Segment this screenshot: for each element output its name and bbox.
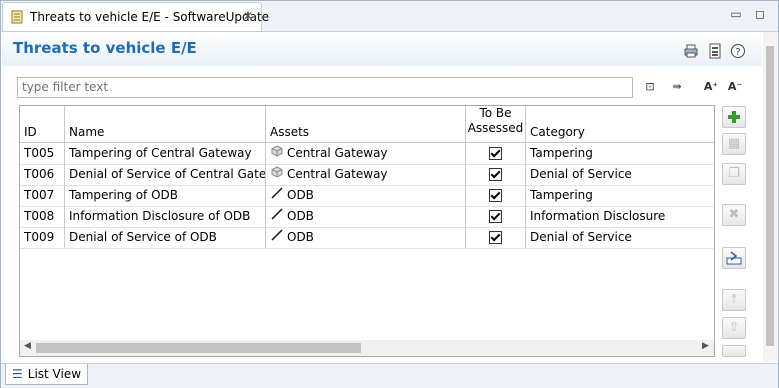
minimize-icon[interactable]: ▭ xyxy=(729,7,743,21)
scroll-left-icon[interactable]: ◀ xyxy=(24,341,31,351)
move-top-icon: ⤒ xyxy=(731,292,737,307)
clear-filter-icon[interactable]: ⊡ xyxy=(642,79,658,95)
move-down-button[interactable] xyxy=(722,345,746,357)
tab-list-view[interactable]: ☰ List View xyxy=(5,364,89,385)
threats-table[interactable]: ID Name Assets To Be Assessed Category T… xyxy=(19,105,715,357)
category-cell[interactable]: Tampering xyxy=(526,185,714,206)
delete-button[interactable]: ✖ xyxy=(722,204,746,226)
to-be-assessed-cell[interactable] xyxy=(466,185,526,206)
category-cell[interactable]: Information Disclosure xyxy=(526,206,714,227)
category-cell[interactable]: Denial of Service xyxy=(526,227,714,248)
to-be-assessed-checkbox[interactable] xyxy=(489,210,502,223)
import-button[interactable] xyxy=(722,247,746,269)
to-be-assessed-cell[interactable] xyxy=(466,143,526,164)
asset-cell[interactable]: ODB xyxy=(266,206,466,227)
id-cell[interactable]: T005 xyxy=(20,143,65,164)
import-icon xyxy=(726,251,742,265)
vertical-scrollbar[interactable] xyxy=(763,32,777,362)
column-header-to-be-assessed[interactable]: To Be Assessed xyxy=(466,106,526,142)
editor-tab-bar: Threats to vehicle E/E - SoftwareUpdate … xyxy=(1,1,778,32)
report-icon[interactable] xyxy=(707,43,723,59)
to-be-assessed-cell[interactable] xyxy=(466,227,526,248)
id-cell[interactable]: T007 xyxy=(20,185,65,206)
asset-cell[interactable]: ODB xyxy=(266,185,466,206)
filter-input[interactable] xyxy=(18,78,626,95)
scroll-thumb[interactable] xyxy=(36,343,361,353)
decrease-font-icon[interactable]: A⁻ xyxy=(727,79,743,95)
asset-label: Central Gateway xyxy=(287,167,388,181)
column-header-id[interactable]: ID xyxy=(20,106,65,142)
id-cell[interactable]: T008 xyxy=(20,206,65,227)
name-cell[interactable]: Denial of Service of ODB xyxy=(65,227,266,248)
increase-font-icon[interactable]: A⁺ xyxy=(703,79,719,95)
column-header-assets[interactable]: Assets xyxy=(266,106,466,142)
asset-label: Central Gateway xyxy=(287,146,388,160)
name-cell[interactable]: Tampering of Central Gateway xyxy=(65,143,266,164)
name-cell[interactable]: Information Disclosure of ODB xyxy=(65,206,266,227)
filter-field[interactable] xyxy=(17,77,633,98)
asset-label: ODB xyxy=(287,188,314,202)
name-cell[interactable]: Denial of Service of Central Gateway xyxy=(65,164,266,185)
copy-icon: ❐ xyxy=(728,166,740,181)
id-cell[interactable]: T006 xyxy=(20,164,65,185)
asset-label: ODB xyxy=(287,230,314,244)
asset-label: ODB xyxy=(287,209,314,223)
column-header-category[interactable]: Category xyxy=(526,106,714,142)
threat-list-icon xyxy=(11,10,23,24)
horizontal-scrollbar[interactable]: ◀ ▶ xyxy=(20,340,714,356)
copy-button[interactable]: ❐ xyxy=(722,163,746,185)
vertical-scroll-thumb[interactable] xyxy=(766,46,774,346)
to-be-assessed-checkbox[interactable] xyxy=(489,168,502,181)
component-icon xyxy=(270,143,284,163)
move-up-button[interactable]: ⇧ xyxy=(722,317,746,339)
page-title: Threats to vehicle E/E xyxy=(13,39,197,57)
connection-icon xyxy=(270,185,284,205)
table-icon: ▦ xyxy=(727,136,741,151)
add-button[interactable] xyxy=(722,106,746,128)
table-row[interactable]: T005 Tampering of Central Gateway Central … xyxy=(20,143,714,165)
table-row[interactable]: T007 Tampering of ODB ODB Tampering xyxy=(20,185,714,207)
help-icon[interactable]: ? xyxy=(730,43,746,59)
id-cell[interactable]: T009 xyxy=(20,227,65,248)
svg-text:?: ? xyxy=(735,47,740,58)
list-icon: ☰ xyxy=(12,367,23,381)
print-icon[interactable] xyxy=(683,43,699,59)
connection-icon xyxy=(270,206,284,226)
category-cell[interactable]: Tampering xyxy=(526,143,714,164)
to-be-assessed-cell[interactable] xyxy=(466,164,526,185)
move-up-icon: ⇧ xyxy=(728,320,740,335)
maximize-icon[interactable]: ◻ xyxy=(753,7,767,21)
to-be-assessed-checkbox[interactable] xyxy=(489,231,502,244)
table-row[interactable]: T008 Information Disclosure of ODB ODB Info… xyxy=(20,206,714,228)
to-be-assessed-cell[interactable] xyxy=(466,206,526,227)
asset-cell[interactable]: Central Gateway xyxy=(266,143,466,164)
to-be-assessed-checkbox[interactable] xyxy=(489,189,502,202)
column-header-name[interactable]: Name xyxy=(65,106,266,142)
move-top-button[interactable]: ⤒ xyxy=(722,289,746,311)
table-row[interactable]: T006Denial of Service of Central Gateway… xyxy=(20,164,714,186)
editor-tab[interactable]: Threats to vehicle E/E - SoftwareUpdate … xyxy=(2,2,269,31)
editor-window: Threats to vehicle E/E - SoftwareUpdate … xyxy=(0,0,779,388)
form-header: Threats to vehicle E/E ? xyxy=(2,32,762,66)
delete-icon: ✖ xyxy=(728,207,740,222)
filter-options-icon[interactable]: ⇛ xyxy=(669,79,685,95)
to-be-assessed-checkbox[interactable] xyxy=(489,147,502,160)
name-cell[interactable]: Tampering of ODB xyxy=(65,185,266,206)
table-button[interactable]: ▦ xyxy=(722,133,746,155)
scroll-right-icon[interactable]: ▶ xyxy=(702,341,709,351)
editor-tab-title: Threats to vehicle E/E - SoftwareUpdate xyxy=(30,10,270,24)
bottom-tab-bar: ☰ List View xyxy=(1,363,778,388)
category-cell[interactable]: Denial of Service xyxy=(526,164,714,185)
table-row[interactable]: T009 Denial of Service of ODB ODB Denial of… xyxy=(20,227,714,249)
asset-cell[interactable]: Central Gateway xyxy=(266,164,466,185)
component-icon xyxy=(270,164,284,184)
tab-list-view-label: List View xyxy=(27,367,82,381)
add-icon xyxy=(728,111,740,123)
asset-cell[interactable]: ODB xyxy=(266,227,466,248)
connection-icon xyxy=(270,227,284,247)
close-icon[interactable]: ✕ xyxy=(243,9,253,23)
table-header: ID Name Assets To Be Assessed Category xyxy=(20,106,714,143)
